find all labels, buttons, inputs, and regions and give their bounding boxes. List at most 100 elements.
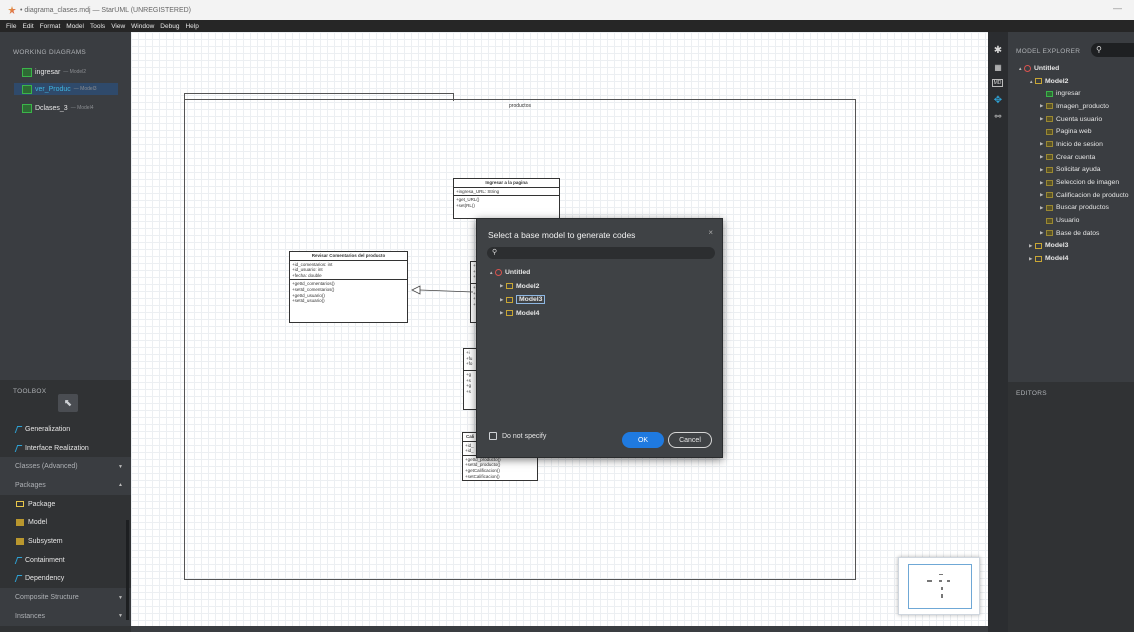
tree-item-label: ingresar [1056, 90, 1081, 98]
tree-item[interactable]: ▶ Calificacion de producto [1008, 189, 1134, 202]
toolbox-title: TOOLBOX [13, 388, 47, 395]
toolbox-section[interactable]: Classes (Advanced) ▼ [0, 457, 131, 477]
toolbox-tool[interactable]: Model [0, 513, 131, 532]
toolbox-scrollbar[interactable] [126, 520, 129, 620]
tree-item-label: Model4 [1045, 255, 1069, 263]
tree-item[interactable]: ▶ Model4 [487, 307, 687, 321]
tree-item[interactable]: ▶ Cuenta usuario [1008, 113, 1134, 126]
section-toggle-icon[interactable]: ▼ [118, 595, 123, 601]
class-operation: +setId_usuario() [292, 298, 325, 304]
menu-format[interactable]: Format [40, 23, 61, 30]
model-icon [1035, 78, 1042, 85]
model-icon [1035, 255, 1042, 262]
toolbox-tool[interactable]: Dependency [0, 570, 131, 589]
toolbox-tool[interactable]: Subsystem [0, 532, 131, 551]
working-diagrams-title: WORKING DIAGRAMS [13, 49, 87, 56]
toolbox-tool[interactable]: Containment [0, 551, 131, 570]
navigator-icon[interactable]: ✥ [992, 95, 1004, 106]
class-revisar-comentarios[interactable]: Revisar Comentarios del producto +id_com… [289, 251, 408, 324]
tree-item[interactable]: ▶ Inicio de sesion [1008, 138, 1134, 151]
section-toggle-icon[interactable]: ▲ [118, 482, 123, 488]
working-diagram-model: — Model3 [73, 86, 97, 92]
tree-item[interactable]: ▶ Model4 [1008, 252, 1134, 265]
working-diagram-ingresar[interactable]: ingresar — Model2 [22, 66, 126, 78]
tree-item[interactable]: ▶ Seleccion de imagen [1008, 176, 1134, 189]
tree-item[interactable]: ▲ Model2 [1008, 75, 1134, 88]
working-diagram-ver-produc[interactable]: ver_Produc — Model3 [14, 83, 118, 95]
diag-icon [1046, 90, 1053, 97]
menu-model[interactable]: Model [66, 23, 84, 30]
class-ingresar-pagina[interactable]: Ingresar a la pagina +ingresa_URL: Strin… [453, 178, 560, 220]
interface-realization-icon [14, 444, 23, 452]
pkg-icon [1046, 230, 1053, 237]
minimize-button[interactable]: — [1113, 3, 1122, 13]
cancel-button[interactable]: Cancel [668, 432, 712, 448]
working-diagram-name: ver_Produc [35, 85, 71, 93]
toolbox-label: Generalization [25, 425, 71, 433]
tree-item-label: Base de datos [1056, 229, 1100, 237]
ok-button[interactable]: OK [622, 432, 664, 448]
left-sidebar: WORKING DIAGRAMS ingresar — Model2 ver_P… [0, 32, 131, 632]
tree-item[interactable]: ▶ Buscar productos [1008, 202, 1134, 215]
tree-item[interactable]: ▲ Untitled [487, 266, 687, 280]
tree-item[interactable]: ingresar [1008, 87, 1134, 100]
generalization-connector[interactable] [401, 280, 476, 300]
toolbox-tool[interactable]: Package [0, 495, 131, 514]
menu-file[interactable]: File [6, 23, 16, 30]
toolbox-tool[interactable]: Generalization [0, 420, 131, 439]
dialog-model-tree: ▲ Untitled ▶ Model2 ▶ Model3 ▶ Model4 [487, 266, 687, 320]
model-explorer-search[interactable]: ⚲ [1091, 43, 1134, 57]
menu-debug[interactable]: Debug [160, 23, 179, 30]
checkbox-box[interactable] [489, 432, 497, 440]
tree-item[interactable]: ▶ Imagen_producto [1008, 100, 1134, 113]
tree-item[interactable]: ▶ Solicitar ayuda [1008, 164, 1134, 177]
markdown-icon[interactable]: MD [992, 79, 1003, 87]
search-icon: ⚲ [1096, 45, 1102, 54]
section-toggle-icon[interactable]: ▼ [118, 613, 123, 619]
generate-code-dialog: Select a base model to generate codes × … [476, 218, 723, 458]
tree-item[interactable]: Usuario [1008, 214, 1134, 227]
share-graph-icon[interactable]: ⚯ [992, 111, 1004, 122]
tree-item[interactable]: ▶ Crear cuenta [1008, 151, 1134, 164]
working-diagram-dclases-3[interactable]: Dclases_3 — Model4 [22, 102, 126, 114]
menu-edit[interactable]: Edit [22, 23, 33, 30]
minimap-viewport[interactable] [908, 564, 972, 609]
diagram-palette-icon[interactable]: ▦ [992, 62, 1004, 73]
tree-item[interactable]: ▲ Untitled [1008, 62, 1134, 75]
model-explorer-tree: ▲ Untitled ▲ Model2 ingresar ▶ Imagen_producto… [1008, 62, 1134, 265]
tree-item[interactable]: ▶ Model3 [487, 293, 687, 307]
dialog-search-input[interactable]: ⚲ [487, 247, 715, 259]
extensions-puzzle-icon[interactable]: ✱ [992, 45, 1004, 56]
toolbox-section[interactable]: Instances ▼ [0, 606, 131, 626]
generalization-icon [14, 425, 23, 433]
model-icon [506, 283, 513, 290]
toolbox-section[interactable]: Composite Structure ▼ [0, 588, 131, 607]
tree-item-label: Untitled [1034, 64, 1060, 72]
menu-bar: File Edit Format Model Tools View Window… [0, 20, 1134, 32]
pkg-icon [1046, 128, 1053, 135]
pointer-tool-icon[interactable]: ⬉ [58, 394, 78, 412]
menu-help[interactable]: Help [185, 23, 198, 30]
window-title: • diagrama_clases.mdj — StarUML (UNREGIS… [20, 6, 192, 14]
tree-item[interactable]: Pagina web [1008, 125, 1134, 138]
toolbox-tool[interactable]: Interface Realization [0, 439, 131, 458]
menu-view[interactable]: View [111, 23, 125, 30]
menu-window[interactable]: Window [131, 23, 154, 30]
dialog-close-icon[interactable]: × [708, 228, 713, 237]
class-name: Ingresar a la pagina [454, 179, 559, 188]
tree-item[interactable]: ▶ Model3 [1008, 240, 1134, 253]
pkg-icon [1046, 103, 1053, 110]
tree-item-label: Pagina web [1056, 128, 1092, 136]
do-not-specify-checkbox[interactable]: Do not specify [489, 432, 546, 440]
pkg-icon [1046, 116, 1053, 123]
tree-item-label: Untitled [505, 269, 531, 277]
minimap-shape [927, 580, 932, 582]
tree-item[interactable]: ▶ Model2 [487, 280, 687, 294]
tree-item[interactable]: ▶ Base de datos [1008, 227, 1134, 240]
right-sidebar: MODEL EXPLORER ⚲ ▲ Untitled ▲ Model2 ingresa… [1008, 32, 1134, 632]
section-toggle-icon[interactable]: ▼ [118, 464, 123, 470]
toolbox-section[interactable]: Packages ▲ [0, 476, 131, 495]
diagram-minimap[interactable] [898, 557, 980, 615]
menu-tools[interactable]: Tools [90, 23, 105, 30]
class-diagram-icon [22, 103, 32, 113]
